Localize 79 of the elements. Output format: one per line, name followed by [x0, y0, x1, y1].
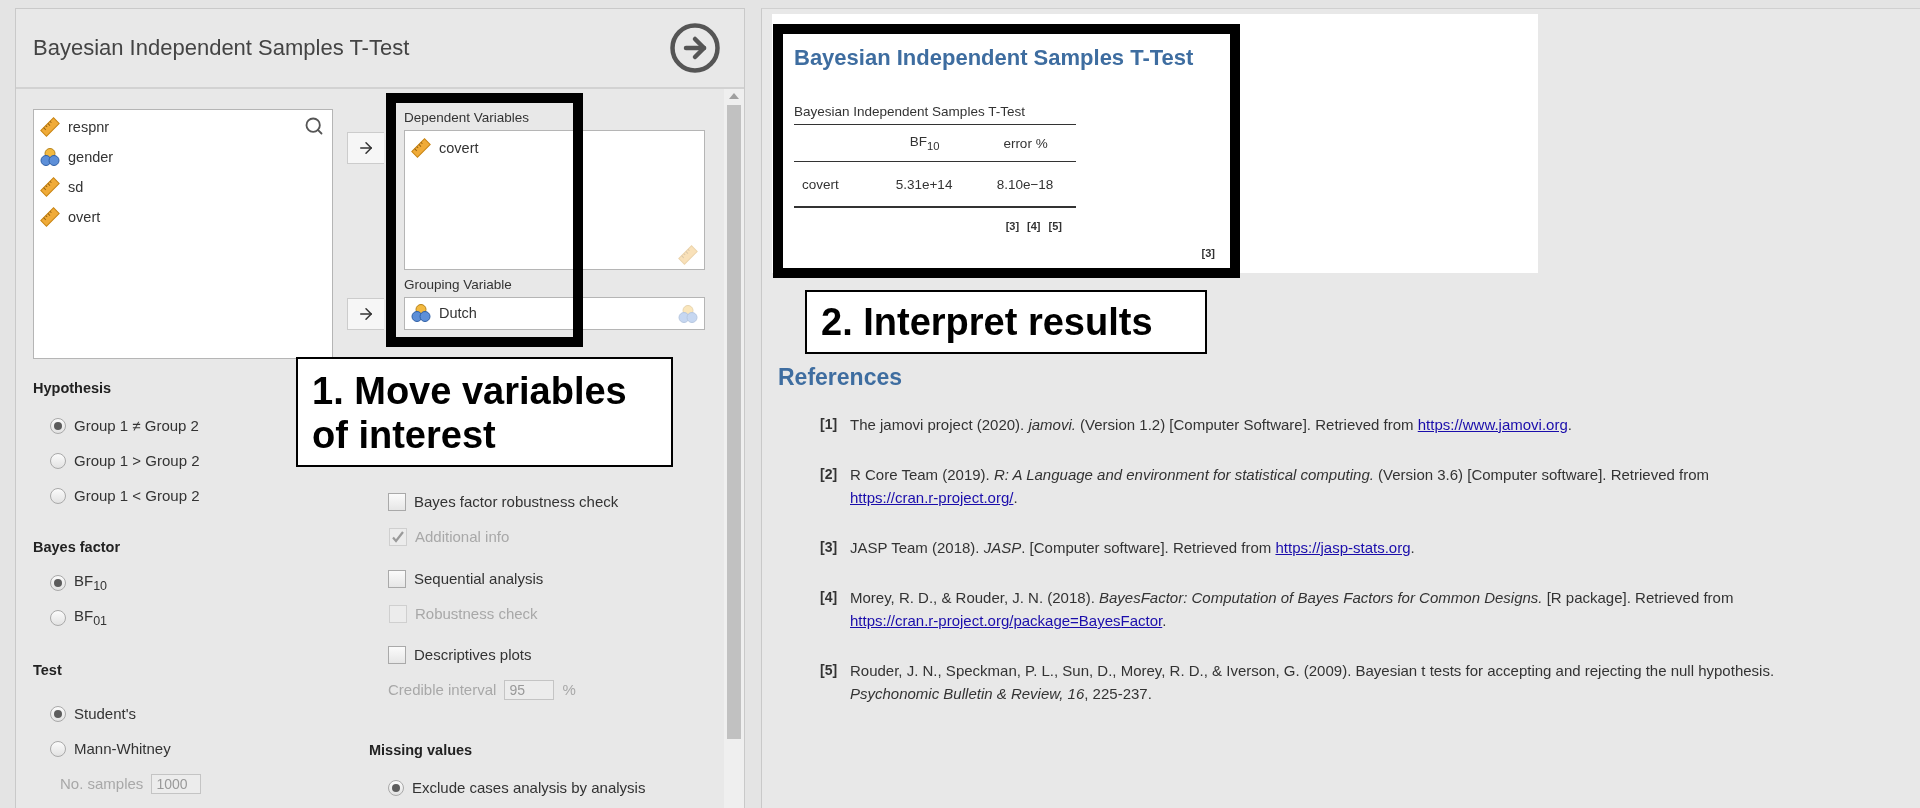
variable-name[interactable]: gender [68, 149, 114, 165]
variable-name[interactable]: overt [68, 209, 101, 225]
citation-ref[interactable]: [3] [1201, 247, 1215, 259]
annotation-callout: 2. Interpret results [805, 290, 1207, 354]
circles-hint-icon [678, 304, 698, 324]
scroll-up-icon[interactable] [729, 93, 739, 99]
checkbox-label: Descriptives plots [414, 646, 532, 663]
section-heading: Missing values [369, 741, 473, 760]
table-title: Bayesian Independent Samples T-Test [794, 104, 1076, 125]
field-label: Credible interval [388, 681, 497, 698]
section-heading: Bayes factor [33, 538, 121, 557]
option-label: BF$_{10}$ [74, 572, 108, 593]
target-label: Dependent Variables [404, 109, 531, 127]
option-label: BF$_{01}$ [74, 607, 108, 628]
target-label: Grouping Variable [404, 276, 513, 294]
checkbox[interactable] [388, 645, 406, 664]
field-label: No. samples [60, 775, 144, 792]
circles-icon [40, 147, 60, 167]
reference-link[interactable]: https://www.jamovi.org [1417, 416, 1568, 433]
table-cell: 5.31e+14 [874, 161, 976, 207]
search-icon[interactable] [304, 116, 324, 136]
table-cell: covert [794, 161, 875, 207]
footnote-ref[interactable]: [3] [1005, 220, 1020, 232]
reference-number: [2] [820, 465, 839, 484]
checkbox-label: Sequential analysis [414, 570, 544, 587]
radio-button[interactable] [50, 452, 66, 469]
reference-number: [3] [820, 538, 839, 557]
section-heading: Test [33, 661, 62, 680]
option-label: Group 1 < Group 2 [74, 487, 200, 504]
section-heading: Hypothesis [33, 379, 112, 398]
radio-button[interactable] [50, 609, 66, 626]
radio-button[interactable] [50, 487, 66, 504]
reference-text: R Core Team (2019). R: A Language and environment for statistical computing. (Version 3.6) [Computer software]. Retrieved from https://cran.r-project.org/. [850, 465, 1711, 508]
reference-text: Rouder, J. N., Speckman, P. L., Sun, D., Morey, R. D., & Iverson, G. (2009). Bayesian t tests for accepting and rejecting the null hypothesis. Psychonomic Bulletin & Review, 16, 225-237. [850, 661, 1776, 704]
reference-number: [1] [820, 415, 839, 434]
arrow-right-icon [357, 139, 375, 157]
reference-number: [5] [820, 661, 839, 680]
references-heading: References [778, 363, 904, 392]
footnote-ref[interactable]: [5] [1048, 220, 1062, 232]
move-button[interactable] [347, 298, 384, 330]
variable-name[interactable]: respnr [68, 119, 110, 135]
arrow-right-icon [357, 305, 375, 323]
checkbox-label: Robustness check [415, 605, 538, 622]
footnote-ref[interactable]: [4] [1027, 220, 1041, 232]
reference-link[interactable]: https://cran.r-project.org/ [850, 489, 1014, 506]
analysis-title: Bayesian Independent Samples T-Test [33, 35, 410, 61]
checkbox-label: Bayes factor robustness check [414, 493, 619, 510]
radio-button[interactable] [50, 740, 66, 757]
column-header: error % [975, 125, 1076, 162]
checkbox[interactable] [388, 492, 406, 511]
variable-name[interactable]: sd [68, 179, 84, 195]
column-header: BF$_{10}$ [874, 125, 976, 162]
option-label: Group 1 > Group 2 [74, 452, 200, 469]
radio-button[interactable] [50, 574, 66, 591]
radio-button[interactable] [50, 705, 66, 722]
circles-icon [411, 303, 431, 323]
option-label: Mann-Whitney [74, 740, 171, 757]
option-label: Exclude cases analysis by analysis [412, 779, 646, 796]
reference-text: The jamovi project (2020). jamovi. (Version 1.2) [Computer Software]. Retrieved from https://www.jamovi.org. [850, 415, 1573, 435]
annotation-callout: 1. Move variables of interest [296, 357, 673, 467]
move-button[interactable] [347, 132, 384, 164]
results-title: Bayesian Independent Samples T-Test [794, 44, 1195, 72]
reference-link[interactable]: https://jasp-stats.org [1275, 539, 1411, 556]
reference-link[interactable]: https://cran.r-project.org/package=BayesFactor [850, 612, 1163, 629]
table-cell: 8.10e−18 [975, 161, 1076, 207]
unit-label: % [562, 681, 576, 698]
checkbox[interactable] [388, 569, 406, 588]
radio-button[interactable] [388, 779, 404, 796]
variable-name[interactable]: covert [439, 140, 479, 156]
reference-text: JASP Team (2018). JASP. [Computer software]. Retrieved from https://jasp-stats.org. [850, 538, 1416, 558]
scrollbar[interactable] [724, 89, 744, 808]
reference-number: [4] [820, 588, 839, 607]
radio-button[interactable] [50, 417, 66, 434]
variable-name[interactable]: Dutch [439, 305, 477, 321]
option-label: Student's [74, 705, 137, 722]
option-label: Group 1 ≠ Group 2 [74, 417, 199, 434]
scrollbar-thumb[interactable] [727, 105, 741, 739]
checkbox-label: Additional info [415, 528, 510, 545]
reference-text: Morey, R. D., & Rouder, J. N. (2018). BayesFactor: Computation of Bayes Factors for Common Designs. [R package]. Retrieved from https://cran.r-project.org/package=BayesFactor. [850, 588, 1735, 631]
